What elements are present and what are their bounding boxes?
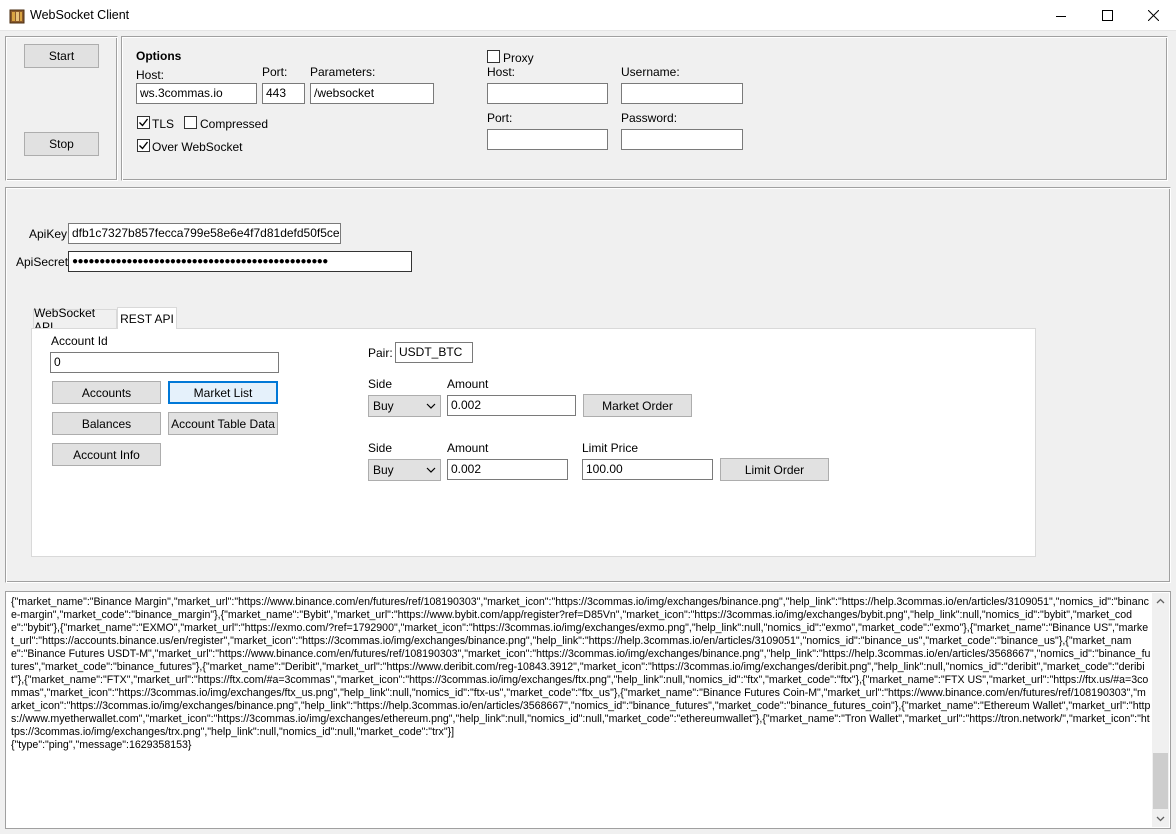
limit-amount-label: Amount [447, 441, 489, 455]
port-input[interactable]: 443 [262, 83, 305, 104]
stop-button[interactable]: Stop [24, 132, 99, 156]
port-label: Port: [262, 65, 288, 79]
parameters-label: Parameters: [310, 65, 376, 79]
accounts-button[interactable]: Accounts [52, 381, 161, 404]
market-list-button[interactable]: Market List [168, 381, 278, 404]
tab-websocket-api[interactable]: WebSocket API [33, 306, 117, 334]
limit-price-label: Limit Price [582, 441, 639, 455]
window-title: WebSocket Client [30, 8, 130, 22]
proxy-host-label: Host: [487, 65, 516, 79]
proxy-port-input[interactable] [487, 129, 608, 150]
account-info-button[interactable]: Account Info [52, 443, 161, 466]
market-side-value: Buy [373, 399, 394, 413]
limit-side-select[interactable]: Buy [368, 459, 441, 481]
start-button[interactable]: Start [24, 44, 99, 68]
chevron-down-icon [426, 467, 436, 473]
apikey-input[interactable]: dfb1c7327b857fecca799e58e6e4f7d81defd50f… [68, 223, 341, 244]
pair-input[interactable]: USDT_BTC [395, 342, 473, 363]
limit-side-label: Side [368, 441, 393, 455]
scroll-up-icon[interactable] [1156, 597, 1165, 606]
compressed-checkbox[interactable] [184, 116, 197, 129]
market-side-select[interactable]: Buy [368, 395, 441, 417]
minimize-icon[interactable] [1038, 0, 1084, 31]
checkmark-icon [139, 141, 149, 150]
proxy-checkbox[interactable] [487, 50, 500, 63]
over-websocket-checkbox[interactable] [137, 139, 150, 152]
maximize-icon[interactable] [1084, 0, 1130, 31]
limit-amount-input[interactable]: 0.002 [447, 459, 568, 480]
account-id-input[interactable]: 0 [50, 352, 279, 373]
close-icon[interactable] [1130, 0, 1176, 31]
checkmark-icon [139, 118, 149, 127]
password-label: Password: [621, 111, 678, 125]
response-log[interactable]: {"market_name":"Binance Margin","market_… [5, 591, 1171, 829]
parameters-input[interactable]: /websocket [310, 83, 434, 104]
tls-label: TLS [152, 117, 175, 131]
market-side-label: Side [368, 377, 393, 391]
app-icon [9, 8, 25, 24]
host-label: Host: [136, 68, 165, 82]
account-table-data-button[interactable]: Account Table Data [168, 412, 278, 435]
password-input[interactable] [621, 129, 743, 150]
compressed-label: Compressed [200, 117, 269, 131]
title-bar: WebSocket Client [0, 0, 1176, 31]
options-panel [121, 36, 1168, 181]
chevron-down-icon [426, 403, 436, 409]
log-text: {"market_name":"Binance Margin","market_… [11, 596, 1151, 751]
balances-button[interactable]: Balances [52, 412, 161, 435]
over-websocket-label: Over WebSocket [152, 140, 243, 154]
limit-side-value: Buy [373, 463, 394, 477]
scroll-thumb[interactable] [1153, 753, 1168, 809]
active-tab-joiner [118, 327, 176, 329]
proxy-port-label: Port: [487, 111, 513, 125]
username-input[interactable] [621, 83, 743, 104]
apikey-label: ApiKey [29, 227, 68, 241]
proxy-host-input[interactable] [487, 83, 608, 104]
options-heading: Options [136, 49, 182, 63]
tab-rest-api[interactable]: REST API [117, 307, 177, 329]
tls-checkbox[interactable] [137, 116, 150, 129]
limit-price-input[interactable]: 100.00 [582, 459, 713, 480]
log-scrollbar[interactable] [1152, 593, 1169, 827]
market-order-button[interactable]: Market Order [583, 394, 692, 417]
apisecret-input[interactable]: ●●●●●●●●●●●●●●●●●●●●●●●●●●●●●●●●●●●●●●●●… [68, 251, 412, 272]
market-amount-label: Amount [447, 377, 489, 391]
username-label: Username: [621, 65, 680, 79]
market-amount-input[interactable]: 0.002 [447, 395, 576, 416]
proxy-label: Proxy [503, 51, 534, 65]
limit-order-button[interactable]: Limit Order [720, 458, 829, 481]
pair-label: Pair: [368, 346, 393, 360]
apisecret-label: ApiSecret [16, 255, 69, 269]
scroll-down-icon[interactable] [1156, 814, 1165, 823]
host-input[interactable]: ws.3commas.io [136, 83, 257, 104]
account-id-label: Account Id [51, 334, 108, 348]
